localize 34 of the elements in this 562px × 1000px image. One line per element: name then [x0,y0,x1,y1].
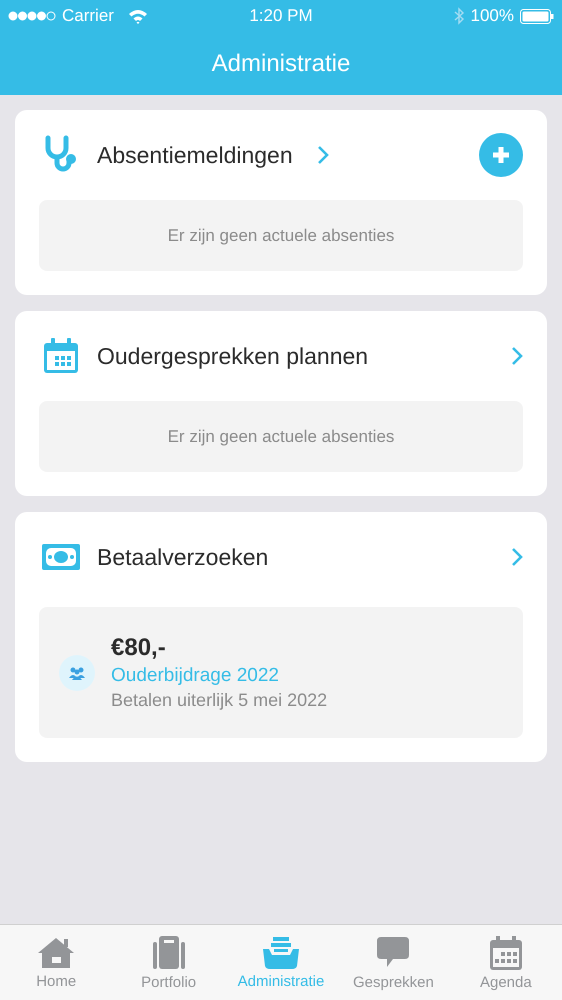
payment-request-item[interactable]: €80,- Ouderbijdrage 2022 Betalen uiterlijk 5 mei 2022 [39,607,523,738]
empty-message: Er zijn geen actuele absenties [168,226,394,246]
plus-icon [491,145,511,165]
chevron-right-icon[interactable] [316,145,329,165]
battery-percentage: 100% [470,6,514,26]
tab-bar-item[interactable]: Portfolio [112,925,225,1000]
battery-icon [520,8,554,24]
wifi-icon [128,8,148,24]
signal-icon [8,11,56,21]
chevron-right-icon[interactable] [511,346,523,366]
section-title: Oudergesprekken plannen [97,342,368,370]
inbox-tray-icon [262,936,300,970]
tab-bar-item[interactable]: Home [0,925,112,1000]
tab-bar-item[interactable]: Administratie [224,925,338,1000]
add-button[interactable] [479,133,523,177]
page-title: Administratie [212,50,350,78]
payment-name: Ouderbijdrage 2022 [111,665,280,687]
banknote-icon [42,544,80,570]
section-title: Absentiemeldingen [97,142,293,168]
people-icon [68,666,86,680]
tab-bar-item[interactable]: Agenda [450,925,562,1000]
calendar-icon [43,337,79,375]
payment-due-date: Betalen uiterlijk 5 mei 2022 [111,690,328,711]
bluetooth-icon [454,7,465,25]
calendar-icon [488,934,523,970]
chevron-right-icon[interactable] [511,547,523,567]
tab-bar-item[interactable]: Gesprekken [337,925,450,1000]
clock-time: 1:20 PM [249,6,313,26]
empty-message: Er zijn geen actuele absenties [168,426,394,446]
carrier-name: Carrier [62,6,114,26]
payment-amount: €80,- [111,634,167,662]
briefcase-icon [150,934,187,970]
home-icon [37,936,76,970]
section-title: Betaalverzoeken [97,544,268,570]
